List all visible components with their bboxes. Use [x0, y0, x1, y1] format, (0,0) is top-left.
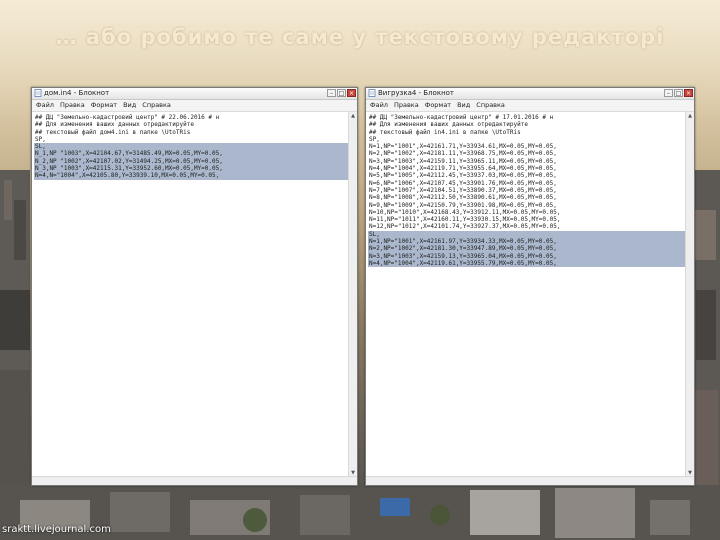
- notepad-window-left[interactable]: дом.in4 - Блокнот – □ × Файл Правка Форм…: [31, 87, 358, 486]
- menu-format[interactable]: Формат: [91, 100, 117, 111]
- menu-help[interactable]: Справка: [476, 100, 505, 111]
- window-title: дом.in4 - Блокнот: [44, 89, 110, 97]
- text-line: N=4,N="1004",X=42105.80,Y=33939.10,MX=0.…: [34, 172, 349, 180]
- maximize-icon: □: [675, 90, 682, 97]
- text-line: N=4,NP="1004",X=42119.61,Y=33955.79,MX=0…: [368, 259, 686, 268]
- text-line: N=1,NP="1001",X=42161.71,Y=33934.61,MX=0…: [369, 143, 557, 151]
- text-line: ## ДЦ "Земельно-кадастровий центр" # 22.…: [35, 114, 220, 121]
- scroll-up-icon[interactable]: ▲: [349, 112, 357, 120]
- text-line: N=4,NP="1004",X=42119.71,Y=33955.64,MX=0…: [369, 165, 557, 173]
- menu-view[interactable]: Вид: [457, 100, 470, 111]
- text-line: N=10,NP="1010",X=42168.43,Y=33912.11,MX=…: [369, 208, 561, 216]
- close-icon: ×: [348, 90, 355, 97]
- text-line: N=7,NP="1007",X=42104.51,Y=33890.37,MX=0…: [369, 186, 557, 194]
- minimize-icon: –: [330, 90, 333, 97]
- text-line: ## текстовый файл дом4.ini в папке \UtoT…: [35, 128, 191, 136]
- text-line: ## ДЦ "Земельно-кадастровий центр" # 17.…: [369, 114, 554, 121]
- text-line: ## текстовый файл in4.ini в папке \UtoTR…: [369, 128, 521, 136]
- text-line: N=3,NP="1003",X=42159.11,Y=33965.11,MX=0…: [369, 157, 557, 165]
- text-editor[interactable]: ## ДЦ "Земельно-кадастровий центр" # 17.…: [366, 112, 686, 477]
- menu-bar: Файл Правка Формат Вид Справка: [32, 100, 357, 112]
- text-editor[interactable]: ## ДЦ "Земельно-кадастровий центр" # 22.…: [32, 112, 349, 477]
- maximize-icon: □: [338, 90, 345, 97]
- text-line: N=12,NP="1012",X=42101.74,Y=33927.37,MX=…: [369, 223, 561, 231]
- menu-edit[interactable]: Правка: [394, 100, 419, 111]
- vertical-scrollbar[interactable]: ▲ ▼: [685, 112, 694, 477]
- maximize-button[interactable]: □: [337, 89, 346, 97]
- menu-file[interactable]: Файл: [36, 100, 54, 111]
- scroll-up-icon[interactable]: ▲: [686, 112, 694, 120]
- vertical-scrollbar[interactable]: ▲ ▼: [348, 112, 357, 477]
- slide-title: … або робимо те саме у текстовому редакт…: [55, 25, 665, 49]
- text-line: N=9,NP="1009",X=42150.79,Y=33901.98,MX=0…: [369, 201, 557, 209]
- window-titlebar[interactable]: дом.in4 - Блокнот – □ ×: [32, 88, 357, 100]
- text-line: SL,: [34, 143, 349, 151]
- text-line: N=2,NP="1002",X=42181.30,Y=33947.89,MX=0…: [368, 245, 686, 253]
- notepad-icon: [368, 89, 376, 97]
- menu-bar: Файл Правка Формат Вид Справка: [366, 100, 694, 112]
- text-line: N=2,NP="1002",X=42181.11,Y=33968.75,MX=0…: [369, 150, 557, 158]
- close-button[interactable]: ×: [347, 89, 356, 97]
- watermark: sraktt.livejournal.com: [2, 524, 111, 535]
- menu-view[interactable]: Вид: [123, 100, 136, 111]
- text-line: N=1,NP="1001",X=42161.97,Y=33934.33,MX=0…: [368, 238, 686, 246]
- horizontal-scrollbar[interactable]: [32, 476, 357, 485]
- menu-file[interactable]: Файл: [370, 100, 388, 111]
- close-button[interactable]: ×: [684, 89, 693, 97]
- minimize-icon: –: [667, 90, 670, 97]
- text-line: N=8,NP="1008",X=42112.50,Y=33890.61,MX=0…: [369, 194, 557, 202]
- text-line: SP,: [369, 135, 380, 143]
- text-line: N_3,NP "1003",X=42115.31,Y=33952.60,MX=0…: [34, 165, 349, 173]
- text-line: SP,: [35, 135, 46, 143]
- menu-edit[interactable]: Правка: [60, 100, 85, 111]
- text-line: N=5,NP="1005",X=42112.45,Y=33937.03,MX=0…: [369, 172, 557, 180]
- text-line: N=6,NP="1006",X=42107.45,Y=33901.76,MX=0…: [369, 179, 557, 187]
- notepad-window-right[interactable]: Вигрузка4 - Блокнот – □ × Файл Правка Фо…: [365, 87, 695, 486]
- text-line: ## Для изменения ваших данных отредактир…: [369, 121, 528, 129]
- notepad-icon: [34, 89, 42, 97]
- close-icon: ×: [685, 90, 692, 97]
- text-line: N=3,NP="1003",X=42159.13,Y=33965.04,MX=0…: [368, 252, 686, 260]
- text-line: SL,: [368, 230, 686, 239]
- text-line: ## Для изменения ваших данных отредактир…: [35, 121, 194, 129]
- window-titlebar[interactable]: Вигрузка4 - Блокнот – □ ×: [366, 88, 694, 100]
- text-line: N_2,NP "1002",X=42107.02,Y=31494.25,MX=0…: [34, 157, 349, 166]
- menu-help[interactable]: Справка: [142, 100, 171, 111]
- minimize-button[interactable]: –: [664, 89, 673, 97]
- minimize-button[interactable]: –: [327, 89, 336, 97]
- menu-format[interactable]: Формат: [425, 100, 451, 111]
- text-line: N=11,NP="1011",X=42160.11,Y=33930.15,MX=…: [369, 216, 561, 224]
- maximize-button[interactable]: □: [674, 89, 683, 97]
- horizontal-scrollbar[interactable]: [366, 476, 694, 485]
- text-line: N_1,NP "1003",X=42104.67,Y=31485.49,MX=0…: [34, 150, 349, 158]
- window-title: Вигрузка4 - Блокнот: [378, 89, 455, 97]
